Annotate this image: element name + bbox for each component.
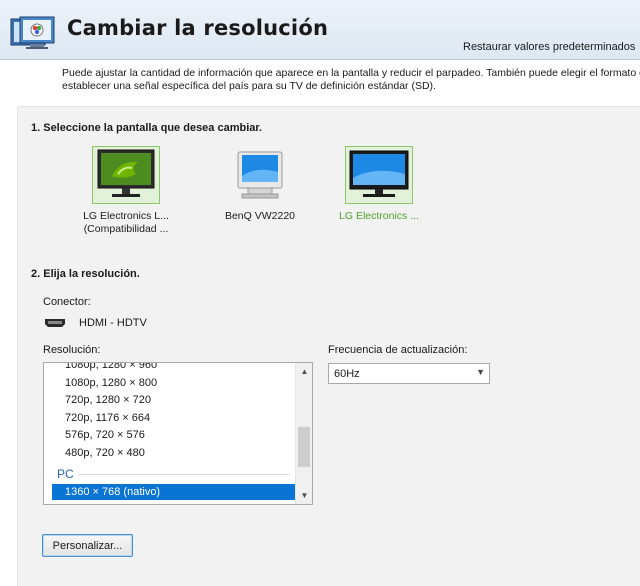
page-description: Puede ajustar la cantidad de información… [62,67,640,93]
connector-value: HDMI - HDTV [79,317,147,329]
resolution-option[interactable]: 576p, 720 × 576 [44,427,296,445]
resolution-scrollbar[interactable]: ▲ ▼ [295,363,312,504]
scroll-thumb[interactable] [298,427,310,467]
display-label: LG Electronics ... [339,210,419,222]
crt-monitor-icon [237,151,283,199]
resolution-list: 1080p, 1280 × 960 1080p, 1280 × 800 720p… [44,363,296,500]
resolution-option[interactable]: 720p, 1280 × 720 [44,392,296,410]
display-label: LG Electronics L... (Compatibilidad ... [83,210,169,235]
page-title: Cambiar la resolución [67,16,329,40]
display-thumbnail-frame [226,146,294,204]
step2-title: 2. Elija la resolución. [31,268,140,280]
step1-title: 1. Seleccione la pantalla que desea camb… [31,122,263,134]
display-settings-icon [10,16,55,49]
scroll-down-icon[interactable]: ▼ [296,487,312,504]
refresh-rate-value: 60Hz [334,368,360,380]
display-item-lg-2[interactable]: LG Electronics ... [319,146,439,223]
description-line-2: establecer una señal específica del país… [62,80,436,92]
refresh-rate-label: Frecuencia de actualización: [328,344,468,356]
resolution-option[interactable]: 720p, 1176 × 664 [44,410,296,428]
chevron-down-icon: ▼ [476,367,485,377]
nvidia-monitor-icon [97,149,155,197]
display-thumbnail-frame [345,146,413,204]
header-bar: Cambiar la resolución Restaurar valores … [0,0,640,60]
display-item-benq[interactable]: BenQ VW2220 [200,146,320,223]
resolution-option-selected[interactable]: 1360 × 768 (nativo) [52,484,296,500]
refresh-rate-select[interactable]: 60Hz ▼ [328,363,490,384]
description-line-1: Puede ajustar la cantidad de información… [62,67,640,79]
display-thumbnail-frame [92,146,160,204]
display-label: BenQ VW2220 [224,210,296,222]
resolution-listbox[interactable]: 1080p, 1280 × 960 1080p, 1280 × 800 720p… [43,362,313,505]
connector-label: Conector: [43,296,91,308]
resolution-option[interactable]: 1080p, 1280 × 960 [44,363,296,375]
lcd-monitor-icon [349,150,409,197]
restore-defaults-link[interactable]: Restaurar valores predeterminados [463,41,635,53]
resolution-option[interactable]: 480p, 720 × 480 [44,445,296,463]
resolution-group-pc: PC [44,462,296,484]
customize-button[interactable]: Personalizar... [42,534,133,557]
resolution-option[interactable]: 1080p, 1280 × 800 [44,375,296,393]
hdmi-icon [45,319,65,327]
resolution-label: Resolución: [43,344,101,356]
display-item-lg-1[interactable]: LG Electronics L... (Compatibilidad ... [66,146,186,236]
scroll-up-icon[interactable]: ▲ [296,363,312,380]
